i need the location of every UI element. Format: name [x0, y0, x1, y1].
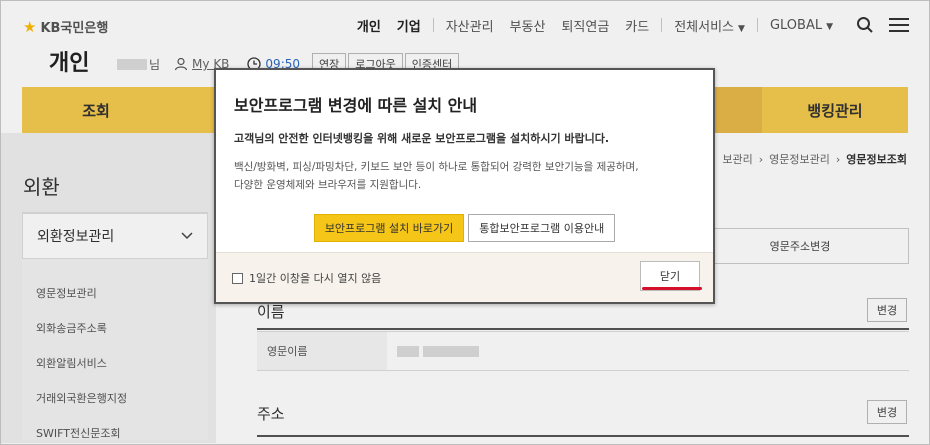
- dont-show-checkbox[interactable]: 1일간 이창을 다시 열지 않음: [232, 270, 381, 286]
- security-guide-button[interactable]: 통합보안프로그램 이용안내: [468, 214, 616, 242]
- dialog-description: 백신/방화벽, 피싱/파밍차단, 키보드 보안 등이 하나로 통합되어 강력한 …: [234, 158, 704, 194]
- close-button-highlight: [642, 287, 702, 290]
- dialog-description-line: 백신/방화벽, 피싱/파밍차단, 키보드 보안 등이 하나로 통합되어 강력한 …: [234, 161, 639, 173]
- dialog-footer: 1일간 이창을 다시 열지 않음 닫기: [216, 252, 713, 302]
- dont-show-label: 1일간 이창을 다시 열지 않음: [249, 272, 382, 285]
- dialog-title: 보안프로그램 변경에 따른 설치 안내: [234, 96, 478, 115]
- browser-page: ★ KB국민은행 개인 기업 자산관리 부동산 퇴직연금 카드 전체서비스 ▼ G…: [0, 0, 930, 445]
- dialog-message: 고객님의 안전한 인터넷뱅킹을 위해 새로운 보안프로그램을 설치하시기 바랍니…: [234, 132, 610, 145]
- install-security-button[interactable]: 보안프로그램 설치 바로가기: [313, 214, 465, 242]
- dialog-actions: 보안프로그램 설치 바로가기 통합보안프로그램 이용안내: [216, 214, 713, 242]
- dialog-description-line: 다양한 운영체제와 브라우저를 지원합니다.: [234, 179, 422, 191]
- checkbox-icon[interactable]: [232, 272, 243, 284]
- security-install-dialog: 보안프로그램 변경에 따른 설치 안내 고객님의 안전한 인터넷뱅킹을 위해 새…: [214, 68, 715, 304]
